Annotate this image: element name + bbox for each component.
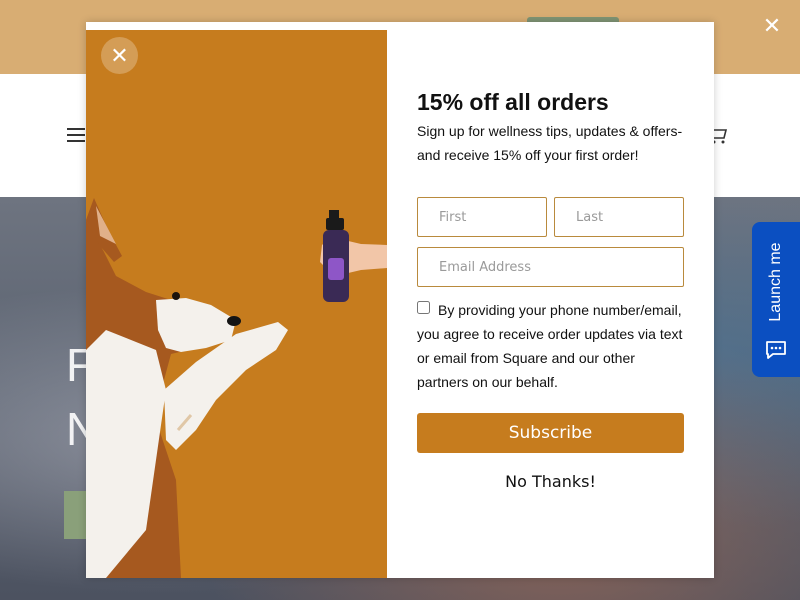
chat-launcher-label: Launch me xyxy=(767,242,784,322)
close-icon[interactable]: ✕ xyxy=(760,14,784,38)
modal-close-icon[interactable]: ✕ xyxy=(101,37,138,74)
modal-title: 15% off all orders xyxy=(417,89,609,115)
first-name-input[interactable] xyxy=(417,197,547,237)
chat-launcher[interactable]: Launch me xyxy=(752,222,800,377)
modal-subtitle: Sign up for wellness tips, updates & off… xyxy=(417,123,683,163)
last-name-input[interactable] xyxy=(554,197,684,237)
modal-form: 15% off all orders Sign up for wellness … xyxy=(417,22,684,578)
subscribe-button[interactable]: Subscribe xyxy=(417,413,684,453)
consent-checkbox[interactable] xyxy=(417,301,430,314)
chat-bubble-icon xyxy=(766,341,786,359)
modal-hero-image xyxy=(86,30,387,578)
signup-modal: ✕ 15% off all orders Sign up for wellnes… xyxy=(86,22,714,578)
hamburger-icon[interactable] xyxy=(67,128,85,142)
consent-row: By providing your phone number/email, yo… xyxy=(417,298,687,394)
dog-spray-illustration xyxy=(86,198,387,578)
consent-text: By providing your phone number/email, yo… xyxy=(417,302,683,390)
no-thanks-link[interactable]: No Thanks! xyxy=(417,472,684,491)
email-input[interactable] xyxy=(417,247,684,287)
